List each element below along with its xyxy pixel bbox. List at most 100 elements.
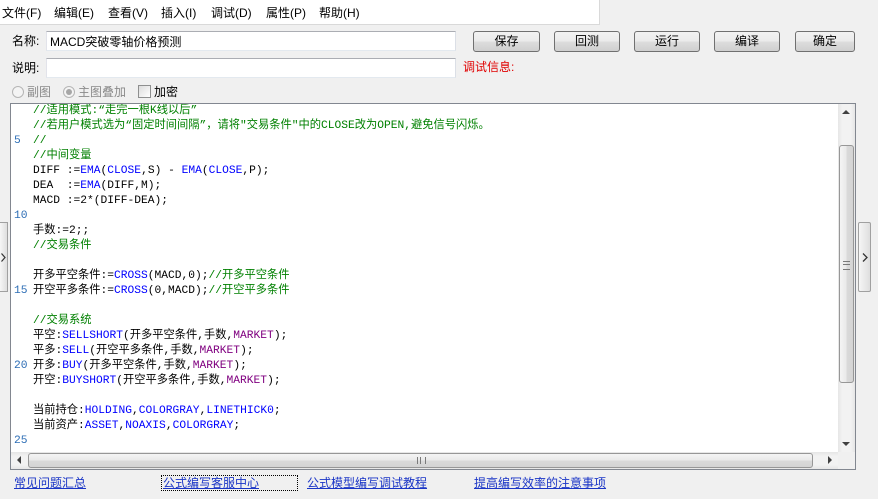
triangle-down-icon	[842, 442, 850, 446]
code-line[interactable]: DIFF :=EMA(CLOSE,S) - EMA(CLOSE,P);	[11, 164, 838, 179]
code-token: SELLSHORT	[62, 330, 124, 342]
code-line[interactable]: 25	[11, 434, 838, 449]
encrypt-checkbox[interactable]	[138, 85, 151, 98]
code-line[interactable]: //交易系统	[11, 314, 838, 329]
code-token: 开空平多条件:=	[33, 285, 115, 297]
tips-link[interactable]: 提高编写效率的注意事项	[474, 476, 606, 490]
right-panel-toggle[interactable]	[858, 222, 871, 292]
code-line[interactable]: 开空:BUYSHORT(开空平多条件,手数,MARKET);	[11, 374, 838, 389]
save-button[interactable]: 保存	[473, 31, 540, 52]
tutorial-link[interactable]: 公式模型编写调试教程	[307, 476, 427, 490]
code-line[interactable]: 15 开空平多条件:=CROSS(0,MACD);//开空平多条件	[11, 284, 838, 299]
left-panel-toggle[interactable]	[0, 222, 8, 292]
code-token: 开空:	[33, 375, 63, 387]
code-token: (开多平空条件,手数,	[82, 360, 193, 372]
description-label: 说明:	[12, 61, 40, 75]
code-text: MACD :=2*(DIFF-DEA);	[33, 194, 168, 209]
code-token: //开多平空条件	[208, 270, 290, 282]
scroll-up-button[interactable]	[838, 104, 855, 121]
code-token: EMA	[80, 165, 101, 177]
code-line[interactable]: //若用户模式选为“固定时间间隔”，请将"交易条件"中的CLOSE改为OPEN,…	[11, 119, 838, 134]
code-token: //交易条件	[33, 240, 92, 252]
menu-help[interactable]: 帮助(H)	[319, 5, 360, 21]
menu-edit[interactable]: 编辑(E)	[54, 5, 94, 21]
triangle-left-icon	[17, 456, 21, 464]
code-token: 开多平空条件:=	[33, 270, 115, 282]
line-number: 10	[14, 210, 28, 222]
line-number: 15	[14, 285, 28, 297]
horizontal-scroll-thumb[interactable]	[28, 453, 813, 468]
code-editor[interactable]: //适用模式:“走完一根K线以后” //若用户模式选为“固定时间间隔”，请将"交易…	[10, 103, 856, 470]
menu-properties[interactable]: 属性(P)	[266, 5, 306, 21]
code-token: COLORGRAY	[138, 405, 200, 417]
chevron-right-icon	[862, 253, 868, 262]
subchart-radio[interactable]	[12, 86, 24, 98]
code-token: MACD :=2*(DIFF-DEA);	[33, 195, 169, 207]
code-line[interactable]: 10	[11, 209, 838, 224]
code-token: 当前资产:	[33, 420, 85, 432]
code-token: (开多平空条件,手数,	[123, 330, 234, 342]
scroll-down-button[interactable]	[838, 435, 855, 452]
scrollbar-corner	[838, 452, 855, 469]
code-token: CROSS	[114, 270, 148, 282]
code-area[interactable]: //适用模式:“走完一根K线以后” //若用户模式选为“固定时间间隔”，请将"交易…	[11, 104, 838, 452]
ok-button[interactable]: 确定	[795, 31, 855, 52]
code-token: );	[240, 345, 254, 357]
code-text: 开空平多条件:=CROSS(0,MACD);//开空平多条件	[33, 284, 290, 299]
code-token: CLOSE	[208, 165, 243, 177]
code-line[interactable]: MACD :=2*(DIFF-DEA);	[11, 194, 838, 209]
menu-insert[interactable]: 插入(I)	[161, 5, 196, 21]
code-line[interactable]: 手数:=2;;	[11, 224, 838, 239]
code-token: );	[273, 330, 288, 342]
code-token: //	[33, 135, 47, 147]
menu-view[interactable]: 查看(V)	[108, 5, 148, 21]
code-token: MARKET	[192, 360, 234, 372]
code-line[interactable]: 平多:SELL(开空平多条件,手数,MARKET);	[11, 344, 838, 359]
code-line[interactable]: 5 //	[11, 134, 838, 149]
scroll-left-button[interactable]	[11, 452, 28, 469]
line-number: 5	[14, 135, 21, 147]
code-line[interactable]: 平空:SELLSHORT(开多平空条件,手数,MARKET);	[11, 329, 838, 344]
code-text: 平空:SELLSHORT(开多平空条件,手数,MARKET);	[33, 329, 287, 344]
code-text: //适用模式:“走完一根K线以后”	[33, 104, 197, 119]
code-token: ,	[165, 420, 173, 432]
code-text: 开多平空条件:=CROSS(MACD,0);//开多平空条件	[33, 269, 290, 284]
code-line[interactable]	[11, 254, 838, 269]
run-button[interactable]: 运行	[634, 31, 700, 52]
horizontal-scrollbar[interactable]	[11, 452, 838, 469]
code-text: DIFF :=EMA(CLOSE,S) - EMA(CLOSE,P);	[33, 164, 269, 179]
code-line[interactable]: //适用模式:“走完一根K线以后”	[11, 104, 838, 119]
scroll-right-button[interactable]	[821, 452, 838, 469]
description-input[interactable]	[46, 58, 456, 78]
main-overlay-radio[interactable]	[63, 86, 75, 98]
code-line[interactable]: //交易条件	[11, 239, 838, 254]
code-token: (开空平多条件,手数,	[89, 345, 200, 357]
code-text: 当前资产:ASSET,NOAXIS,COLORGRAY;	[33, 419, 240, 434]
code-line[interactable]: 20 开多:BUY(开多平空条件,手数,MARKET);	[11, 359, 838, 374]
compile-button[interactable]: 编译	[714, 31, 780, 52]
code-line[interactable]	[11, 299, 838, 314]
menu-debug[interactable]: 调试(D)	[211, 5, 252, 21]
backtest-button[interactable]: 回测	[554, 31, 620, 52]
code-token: 手数:=2;;	[33, 225, 90, 237]
code-line[interactable]: 当前资产:ASSET,NOAXIS,COLORGRAY;	[11, 419, 838, 434]
vertical-scrollbar[interactable]	[838, 104, 855, 452]
vertical-scroll-thumb[interactable]	[839, 145, 854, 383]
name-input[interactable]	[46, 31, 456, 51]
code-token: ;	[233, 420, 241, 432]
code-line[interactable]: DEA :=EMA(DIFF,M);	[11, 179, 838, 194]
code-token: //交易系统	[33, 315, 92, 327]
code-line[interactable]: 开多平空条件:=CROSS(MACD,0);//开多平空条件	[11, 269, 838, 284]
faq-link[interactable]: 常见问题汇总	[14, 476, 86, 490]
code-line[interactable]: 当前持仓:HOLDING,COLORGRAY,LINETHICK0;	[11, 404, 838, 419]
code-line[interactable]: //中间变量	[11, 149, 838, 164]
code-text: //	[33, 134, 47, 149]
support-center-link-text: 公式编写客服中心	[163, 476, 260, 490]
support-center-link[interactable]: 公式编写客服中心	[161, 475, 298, 491]
code-token: ,	[132, 405, 139, 417]
code-line[interactable]	[11, 389, 838, 404]
code-text: //中间变量	[33, 149, 92, 164]
code-token: (开空平多条件,手数,	[116, 375, 227, 387]
menu-file[interactable]: 文件(F)	[2, 5, 41, 21]
line-number: 25	[14, 435, 28, 447]
